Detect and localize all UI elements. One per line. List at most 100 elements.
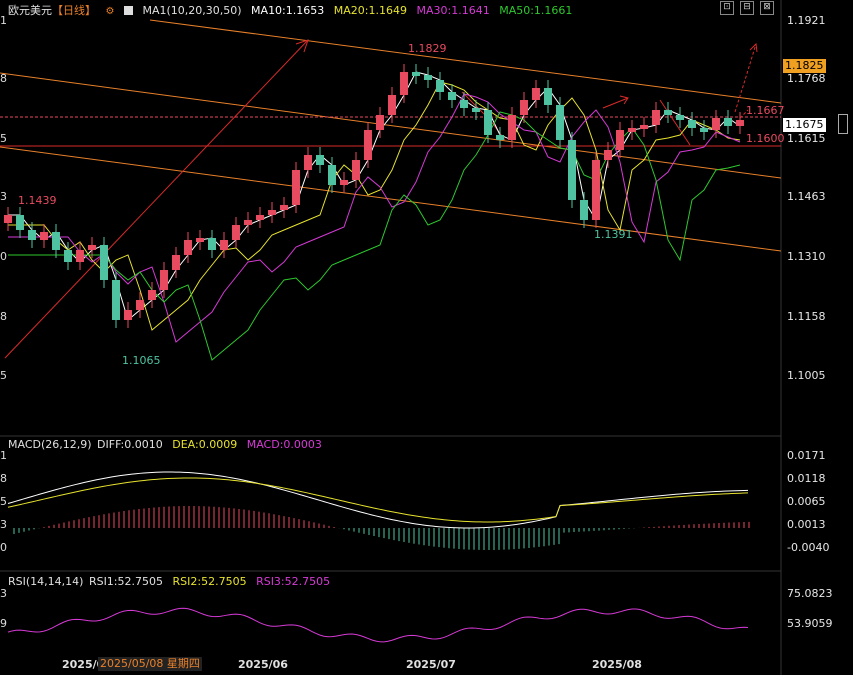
rsi-tick: 53.9059 xyxy=(787,617,833,630)
candle-body xyxy=(328,165,336,185)
low1-annotation: 1.1065 xyxy=(122,354,161,367)
projection-up-line xyxy=(734,43,757,113)
left-edge-label: 5 xyxy=(0,132,7,145)
left-edge-label: 1 xyxy=(0,14,7,27)
time-label: 2025/06 xyxy=(238,658,288,671)
macd-tick: 0.0065 xyxy=(787,495,826,508)
price-tick: 1.1768 xyxy=(787,72,826,85)
candle-body xyxy=(412,72,420,76)
candle-body xyxy=(496,135,504,140)
candle-body xyxy=(124,310,132,320)
candle-body xyxy=(664,110,672,115)
candle-body xyxy=(76,250,84,262)
price-tick: 1.1158 xyxy=(787,310,826,323)
candle-body xyxy=(592,160,600,220)
candle-body xyxy=(640,125,648,129)
macd-tick: 0.0118 xyxy=(787,472,826,485)
rsi-tick: 75.0823 xyxy=(787,587,833,600)
candle-body xyxy=(484,110,492,135)
candle-body xyxy=(268,210,276,215)
price-chart[interactable] xyxy=(0,0,853,675)
candle-body xyxy=(64,250,72,262)
candle-body xyxy=(400,72,408,95)
price-tick: 1.1310 xyxy=(787,250,826,263)
macd-title: MACD(26,12,9) xyxy=(8,438,92,451)
lock-icon[interactable] xyxy=(838,114,848,134)
candle-body xyxy=(616,130,624,150)
left-edge-label: 5 xyxy=(0,369,7,382)
candle-body xyxy=(652,110,660,125)
candle-body xyxy=(544,88,552,105)
candle-body xyxy=(532,88,540,100)
level-1600-label: 1.1600 xyxy=(746,132,785,145)
left-edge-label: 0 xyxy=(0,250,7,263)
macd-dea: DEA:0.0009 xyxy=(172,438,238,451)
candle-body xyxy=(208,238,216,250)
rsi3-value: RSI3:52.7505 xyxy=(256,575,331,588)
candle-body xyxy=(556,105,564,140)
macd-tick: 0.0013 xyxy=(787,518,826,531)
macd-tick: -0.0040 xyxy=(787,541,830,554)
candle-body xyxy=(436,80,444,92)
candle-body xyxy=(136,300,144,310)
low2-annotation: 1.1391 xyxy=(594,228,633,241)
macd-left-label: 8 xyxy=(0,472,7,485)
candle-body xyxy=(388,95,396,115)
cursor-date-label: 2025/05/08 星期四 xyxy=(98,657,202,671)
candle-body xyxy=(604,150,612,160)
candle-body xyxy=(580,200,588,220)
candle-body xyxy=(184,240,192,255)
candle-body xyxy=(244,220,252,225)
candle-body xyxy=(712,118,720,130)
current-price-tag: 1.1675 xyxy=(783,118,826,132)
macd-left-label: 0 xyxy=(0,541,7,554)
chart-window: 欧元美元【日线】 ⚙ MA1(10,20,30,50) MA10:1.1653 … xyxy=(0,0,853,675)
candle-body xyxy=(220,240,228,250)
candle-body xyxy=(676,115,684,120)
candle-body xyxy=(256,215,264,220)
price-tick: 1.1463 xyxy=(787,190,826,203)
candle-body xyxy=(460,100,468,108)
candle-body xyxy=(160,270,168,290)
macd-tick: 0.0171 xyxy=(787,449,826,462)
candle-body xyxy=(196,238,204,242)
price-tick: 1.1921 xyxy=(787,14,826,27)
candle-body xyxy=(52,232,60,250)
projection-arrow-icon xyxy=(749,42,758,53)
candle-body xyxy=(316,155,324,165)
channel-upper-line xyxy=(149,19,782,104)
rsi-legend: RSI(14,14,14) RSI1:52.7505 RSI2:52.7505 … xyxy=(8,575,336,588)
candle-body xyxy=(16,215,24,230)
macd-left-label: 5 xyxy=(0,495,7,508)
macd-legend: MACD(26,12,9) DIFF:0.0010 DEA:0.0009 MAC… xyxy=(8,438,328,451)
left-edge-label: 8 xyxy=(0,72,7,85)
candle-body xyxy=(232,225,240,240)
candle-body xyxy=(292,170,300,205)
candle-body xyxy=(28,230,36,240)
left-edge-label: 3 xyxy=(0,190,7,203)
left-high-annotation: 1.1439 xyxy=(18,194,57,207)
left-edge-label: 8 xyxy=(0,310,7,323)
candle-body xyxy=(448,92,456,100)
candle-body xyxy=(424,75,432,80)
price-tick: 1.1615 xyxy=(787,132,826,145)
candle-body xyxy=(340,180,348,185)
price-tag-1825: 1.1825 xyxy=(783,59,826,73)
candle-body xyxy=(304,155,312,170)
candle-body xyxy=(88,245,96,250)
candle-body xyxy=(280,205,288,210)
candle-body xyxy=(736,120,744,126)
rsi-line xyxy=(7,607,749,643)
macd-diff: DIFF:0.0010 xyxy=(97,438,163,451)
price-tick: 1.1005 xyxy=(787,369,826,382)
candle-body xyxy=(40,232,48,240)
candle-body xyxy=(364,130,372,160)
candle-body xyxy=(628,128,636,132)
candle-body xyxy=(568,140,576,200)
candle-body xyxy=(508,115,516,140)
candle-body xyxy=(520,100,528,115)
rsi1-value: RSI1:52.7505 xyxy=(88,575,163,588)
level-1667-label: 1.1667 xyxy=(746,104,785,117)
rsi-left-label: 3 xyxy=(0,587,7,600)
candle-body xyxy=(148,290,156,300)
